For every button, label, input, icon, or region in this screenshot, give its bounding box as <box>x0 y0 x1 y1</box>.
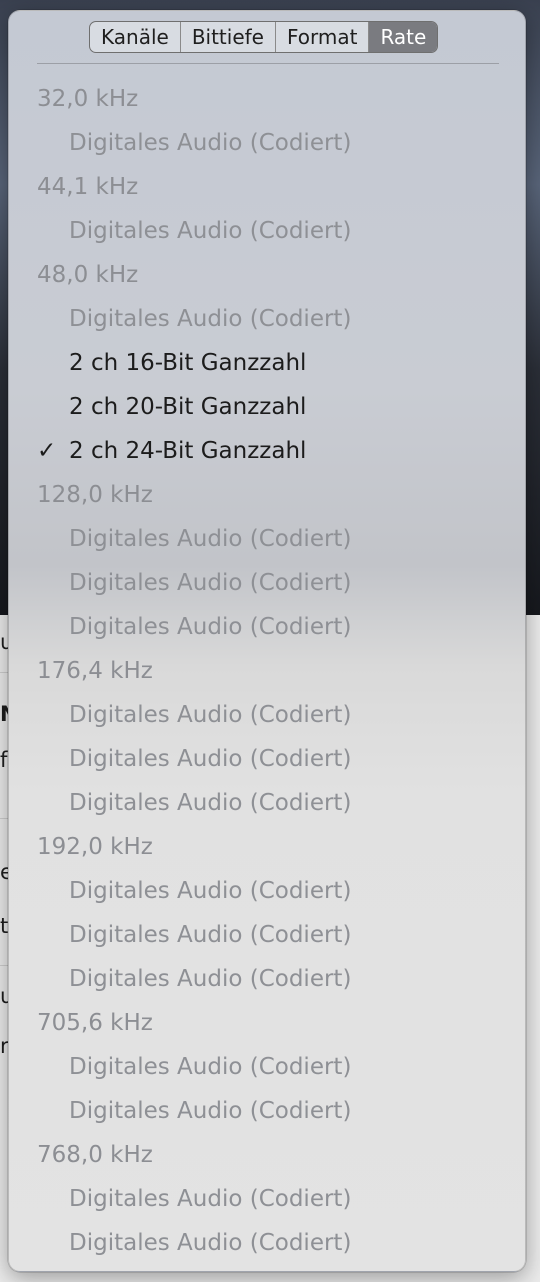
rate-section-header: 705,6 kHz <box>37 1010 153 1036</box>
format-menu-item: Digitales Audio (Codiert) <box>9 737 525 781</box>
format-menu-item: Digitales Audio (Codiert) <box>9 957 525 1001</box>
format-item-label: Digitales Audio (Codiert) <box>69 130 352 156</box>
format-menu-item: Digitales Audio (Codiert) <box>9 781 525 825</box>
format-menu-item[interactable]: 2 ch 16-Bit Ganzzahl <box>9 341 525 385</box>
format-menu-item: Digitales Audio (Codiert) <box>9 1177 525 1221</box>
format-item-label: Digitales Audio (Codiert) <box>69 878 352 904</box>
format-item-label: 2 ch 20-Bit Ganzzahl <box>69 394 307 420</box>
format-item-label: Digitales Audio (Codiert) <box>69 526 352 552</box>
format-menu-item: Digitales Audio (Codiert) <box>9 605 525 649</box>
format-menu-item: Digitales Audio (Codiert) <box>9 869 525 913</box>
format-item-label: Digitales Audio (Codiert) <box>69 790 352 816</box>
format-menu-item: Digitales Audio (Codiert) <box>9 561 525 605</box>
format-item-label: Digitales Audio (Codiert) <box>69 218 352 244</box>
format-menu-item[interactable]: ✓ 2 ch 24-Bit Ganzzahl <box>9 429 525 473</box>
format-menu-item: Digitales Audio (Codiert) <box>9 297 525 341</box>
tab-rate[interactable]: Rate <box>369 22 438 52</box>
rate-section-header: 32,0 kHz <box>37 86 139 112</box>
format-menu-item: Digitales Audio (Codiert) <box>9 209 525 253</box>
rate-section-header: 768,0 kHz <box>37 1142 153 1168</box>
tab-bittiefe[interactable]: Bittiefe <box>181 22 276 52</box>
background-text-fragment: f <box>0 748 8 772</box>
format-menu-item: Digitales Audio (Codiert) <box>9 1221 525 1265</box>
format-menu-item: Digitales Audio (Codiert) <box>9 913 525 957</box>
format-item-label: Digitales Audio (Codiert) <box>69 614 352 640</box>
format-item-label: Digitales Audio (Codiert) <box>69 922 352 948</box>
checkmark-icon: ✓ <box>37 438 57 464</box>
format-item-label: Digitales Audio (Codiert) <box>69 966 352 992</box>
format-item-label: 2 ch 16-Bit Ganzzahl <box>69 350 307 376</box>
rate-section-header: 128,0 kHz <box>37 482 153 508</box>
format-item-label: Digitales Audio (Codiert) <box>69 1230 352 1256</box>
rate-section-header: 192,0 kHz <box>37 834 153 860</box>
format-menu-item: Digitales Audio (Codiert) <box>9 1045 525 1089</box>
format-menu-item: Digitales Audio (Codiert) <box>9 693 525 737</box>
rate-section-header: 176,4 kHz <box>37 658 153 684</box>
format-item-label: Digitales Audio (Codiert) <box>69 746 352 772</box>
background-text-fragment: t <box>0 914 9 938</box>
tab-kanaele[interactable]: Kanäle <box>90 22 181 52</box>
rate-section-header: 48,0 kHz <box>37 262 139 288</box>
category-segmented-control: Kanäle Bittiefe Format Rate <box>89 21 439 53</box>
tab-format[interactable]: Format <box>276 22 370 52</box>
rate-section-header: 44,1 kHz <box>37 174 139 200</box>
format-menu-item: Digitales Audio (Codiert) <box>9 1089 525 1133</box>
format-item-label: Digitales Audio (Codiert) <box>69 570 352 596</box>
format-item-label: Digitales Audio (Codiert) <box>69 1186 352 1212</box>
format-item-label: Digitales Audio (Codiert) <box>69 1054 352 1080</box>
format-menu-item[interactable]: 2 ch 20-Bit Ganzzahl <box>9 385 525 429</box>
rate-format-list: 32,0 kHz Digitales Audio (Codiert) 44,1 kH… <box>9 77 525 1265</box>
menu-divider <box>37 63 499 64</box>
format-menu-item: Digitales Audio (Codiert) <box>9 517 525 561</box>
format-item-label: Digitales Audio (Codiert) <box>69 1098 352 1124</box>
format-popup-menu: Kanäle Bittiefe Format Rate 32,0 kHz Digi… <box>8 10 526 1272</box>
format-item-label: 2 ch 24-Bit Ganzzahl <box>69 438 307 464</box>
format-item-label: Digitales Audio (Codiert) <box>69 306 352 332</box>
format-item-label: Digitales Audio (Codiert) <box>69 702 352 728</box>
format-menu-item: Digitales Audio (Codiert) <box>9 121 525 165</box>
